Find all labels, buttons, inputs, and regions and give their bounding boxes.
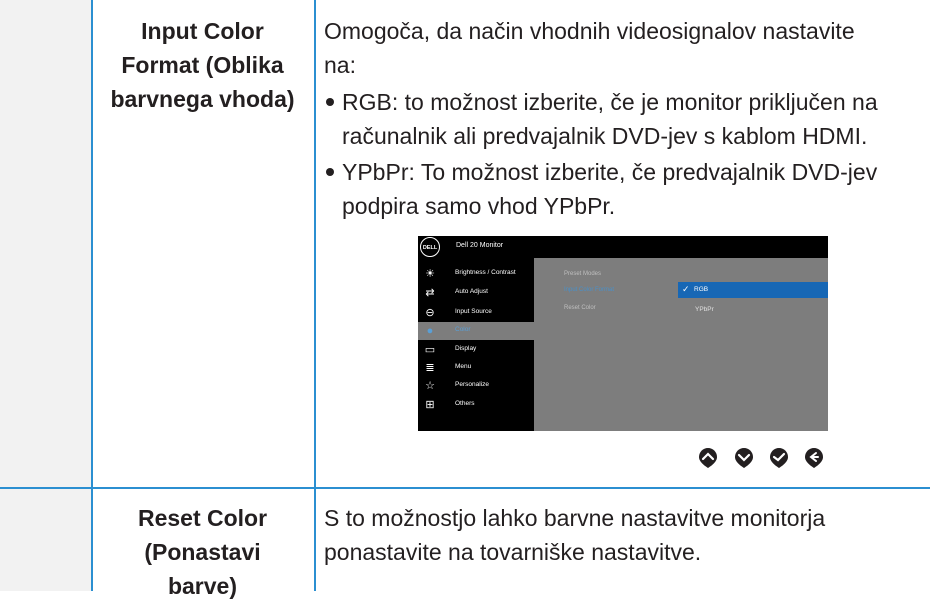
setting-name-reset-color: Reset Color (Ponastavi barve) [137,505,268,599]
osd-submenu-input-color-format[interactable]: Input Color Format [564,287,614,293]
down-button-icon[interactable] [734,447,754,469]
osd-menu-personalize[interactable]: ☆ Personalize [418,377,534,395]
auto-adjust-icon: ⇄ [425,287,435,299]
osd-option-ypbpr[interactable]: YPbPr [695,306,714,313]
osd-menu-auto-adjust[interactable]: ⇄ Auto Adjust [418,284,534,302]
osd-menu-brightness-contrast[interactable]: ☀ Brightness / Contrast [418,265,534,283]
color-drop-icon: ● [426,325,434,337]
others-icon: ⊞ [425,399,435,411]
osd-menu-menu[interactable]: ≣ Menu [418,359,534,377]
osd-option-rgb[interactable]: ✓ RGB [678,282,828,298]
setting-description: Omogoča, da način vhodnih videosignalov … [324,18,855,78]
table-rule [314,0,316,591]
osd-menu-input-source[interactable]: ⊖ Input Source [418,304,534,322]
osd-menu-display[interactable]: ▭ Display [418,341,534,359]
display-icon: ▭ [424,344,436,356]
bullet-dot [326,168,334,176]
star-icon: ☆ [425,380,435,392]
osd-menu-color[interactable]: ● Color [418,322,534,340]
back-button-icon[interactable] [804,447,824,469]
up-button-icon[interactable] [698,447,718,469]
select-button-icon[interactable] [769,447,789,469]
osd-title: Dell 20 Monitor [456,242,504,249]
osd-menu-others[interactable]: ⊞ Others [418,396,534,414]
left-margin-column [0,0,91,591]
checkmark-icon: ✓ [682,284,690,294]
bullet-dot [326,98,334,106]
osd-submenu-reset-color[interactable]: Reset Color [564,305,596,311]
menu-icon: ≣ [425,362,435,374]
osd-submenu-preset-modes[interactable]: Preset Modes [564,271,601,277]
brightness-icon: ☀ [425,268,435,280]
input-source-icon: ⊖ [425,307,435,319]
setting-description: S to možnostjo lahko barvne nastavitve m… [324,505,826,565]
setting-name-input-color-format: Input Color Format (Oblika barvnega vhod… [110,18,295,112]
dell-logo: DELL [420,237,440,257]
osd-menu-screenshot: DELL Dell 20 Monitor ☀ Brightness / Cont… [418,236,828,431]
table-rule [0,487,930,489]
